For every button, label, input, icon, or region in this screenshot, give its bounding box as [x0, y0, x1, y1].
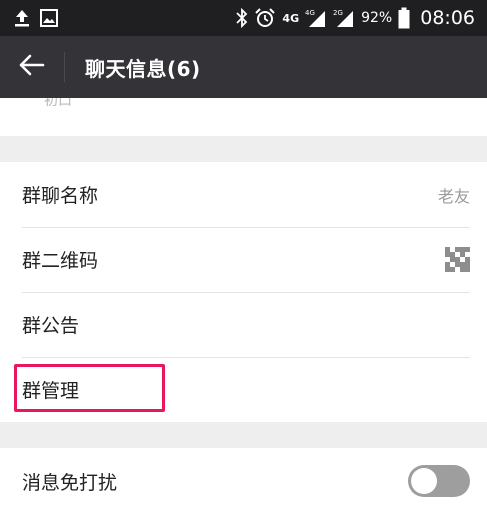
group-name-value: 老友 — [437, 186, 470, 206]
mute-notifications-toggle[interactable] — [408, 465, 470, 497]
image-icon — [40, 9, 58, 27]
group-settings-section: 群聊名称 老友 群二维码 群公告 群管理 — [0, 162, 487, 422]
status-right-icons: 4G 4G 2G 92% 08:06 — [236, 7, 475, 29]
mute-notifications-label: 消息免打扰 — [22, 471, 118, 494]
group-manage-row[interactable]: 群管理 — [0, 357, 487, 422]
signal-4g-small-label: 4G — [305, 9, 315, 17]
battery-icon — [398, 7, 410, 29]
status-bar: 4G 4G 2G 92% 08:06 — [0, 0, 487, 36]
title-bar: 聊天信息(6) — [0, 36, 487, 98]
upload-icon — [14, 9, 30, 27]
arrow-left-icon — [19, 54, 45, 80]
qr-code-icon — [445, 247, 470, 272]
group-name-label: 群聊名称 — [22, 185, 99, 207]
back-button[interactable] — [0, 36, 64, 98]
group-qr-code-row[interactable]: 群二维码 — [0, 227, 487, 292]
notification-section: 消息免打扰 — [0, 448, 487, 525]
group-qr-code-label: 群二维码 — [22, 250, 99, 272]
mute-notifications-row[interactable]: 消息免打扰 — [0, 448, 487, 514]
page-title: 聊天信息(6) — [85, 56, 201, 81]
title-divider — [64, 52, 65, 82]
signal-2g-icon: 2G — [333, 8, 355, 28]
signal-4g-icon: 4G — [305, 8, 327, 28]
chat-info-content[interactable]: 初口 群聊名称 老友 群二维码 群公告 群管理 消息免打扰 — [0, 98, 487, 525]
signal-2g-small-label: 2G — [333, 9, 343, 17]
status-left-icons — [14, 9, 58, 27]
group-announcement-row[interactable]: 群公告 — [0, 292, 487, 357]
section-gap — [0, 422, 487, 448]
battery-percent: 92% — [361, 10, 393, 26]
partial-row-label: 初口 — [44, 98, 72, 109]
section-gap — [0, 136, 487, 162]
group-announcement-label: 群公告 — [22, 315, 80, 337]
bluetooth-icon — [236, 8, 248, 28]
alarm-clock-icon — [254, 8, 276, 28]
toggle-knob — [411, 468, 437, 494]
clock-time: 08:06 — [420, 7, 475, 29]
group-manage-label: 群管理 — [22, 380, 80, 402]
network-4g-label: 4G — [282, 11, 300, 25]
partial-row[interactable]: 初口 — [0, 98, 487, 136]
group-name-row[interactable]: 群聊名称 老友 — [0, 162, 487, 227]
